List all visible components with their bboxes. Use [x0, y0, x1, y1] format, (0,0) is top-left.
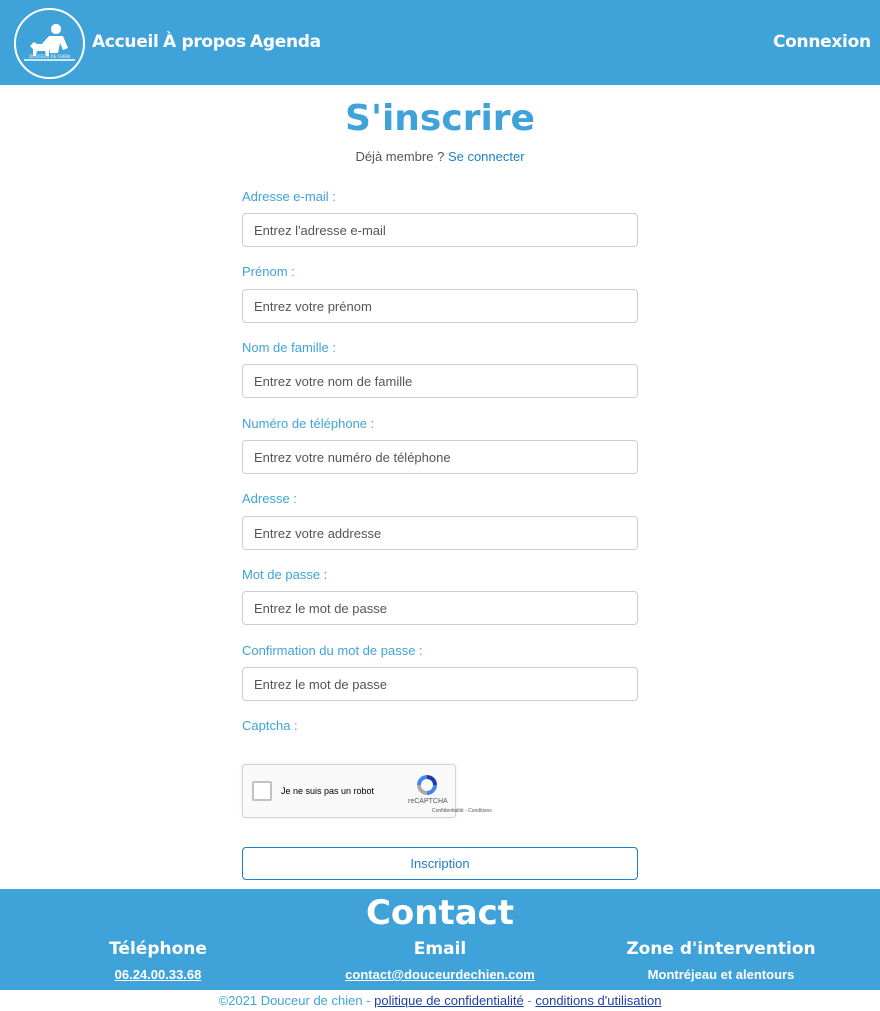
- dog-trainer-logo-icon: DOUCEUR DE CHIEN: [24, 24, 75, 61]
- telephone-link[interactable]: 06.24.00.33.68: [8, 967, 308, 982]
- inscription-button[interactable]: Inscription: [242, 847, 638, 880]
- privacy-policy-link[interactable]: politique de confidentialité: [374, 993, 524, 1008]
- nom-field[interactable]: [242, 364, 638, 398]
- copyright-separator: -: [527, 993, 532, 1008]
- prenom-field[interactable]: [242, 289, 638, 323]
- nav-a-propos[interactable]: À propos: [163, 32, 246, 52]
- contact-footer: Contact Téléphone 06.24.00.33.68 Email c…: [0, 889, 880, 990]
- logo[interactable]: DOUCEUR DE CHIEN: [14, 8, 85, 79]
- page-title: S'inscrire: [345, 98, 535, 139]
- recaptcha-terms[interactable]: Confidentialité - Conditions: [432, 808, 492, 814]
- telephone-label: Numéro de téléphone :: [242, 416, 375, 431]
- logo-text: DOUCEUR DE CHIEN: [29, 54, 70, 59]
- copyright-line: ©2021 Douceur de chien - politique de co…: [0, 993, 880, 1008]
- email-heading: Email: [413, 939, 467, 959]
- nav-accueil[interactable]: Accueil: [92, 32, 159, 52]
- email-label: Adresse e-mail :: [242, 189, 336, 204]
- copyright-text: ©2021 Douceur de chien -: [218, 993, 371, 1008]
- footer-email: Email contact@douceurdechien.com: [290, 939, 590, 982]
- password-label: Mot de passe :: [242, 567, 328, 582]
- password-field[interactable]: [242, 591, 638, 625]
- top-navbar: DOUCEUR DE CHIEN Accueil À propos Agenda…: [0, 0, 880, 85]
- footer-telephone: Téléphone 06.24.00.33.68: [8, 939, 308, 982]
- email-field[interactable]: [242, 213, 638, 247]
- footer-title: Contact: [365, 893, 515, 933]
- password-confirm-label: Confirmation du mot de passe :: [242, 643, 423, 658]
- adresse-field[interactable]: [242, 516, 638, 550]
- adresse-label: Adresse :: [242, 491, 297, 506]
- already-member-line: Déjà membre ? Se connecter: [0, 149, 880, 164]
- nav-agenda[interactable]: Agenda: [250, 32, 321, 52]
- recaptcha-checkbox-label: Je ne suis pas un robot: [281, 786, 375, 796]
- password-confirm-field[interactable]: [242, 667, 638, 701]
- recaptcha-checkbox[interactable]: [252, 781, 272, 801]
- recaptcha-brand: reCAPTCHA: [408, 798, 448, 805]
- recaptcha-widget: Je ne suis pas un robot reCAPTCHA Confid…: [242, 764, 492, 818]
- already-member-text: Déjà membre ?: [355, 149, 445, 164]
- prenom-label: Prénom :: [242, 264, 295, 279]
- login-link[interactable]: Se connecter: [448, 149, 525, 164]
- zone-heading: Zone d'intervention: [626, 939, 816, 959]
- nom-label: Nom de famille :: [242, 340, 336, 355]
- captcha-label: Captcha :: [242, 718, 298, 733]
- telephone-heading: Téléphone: [109, 939, 207, 959]
- footer-zone: Zone d'intervention Montréjeau et alento…: [571, 939, 871, 982]
- nav-connexion[interactable]: Connexion: [773, 32, 871, 52]
- recaptcha-logo-icon: [417, 775, 437, 795]
- terms-of-use-link[interactable]: conditions d'utilisation: [535, 993, 661, 1008]
- email-link[interactable]: contact@douceurdechien.com: [290, 967, 590, 982]
- zone-value: Montréjeau et alentours: [647, 967, 795, 982]
- telephone-field[interactable]: [242, 440, 638, 474]
